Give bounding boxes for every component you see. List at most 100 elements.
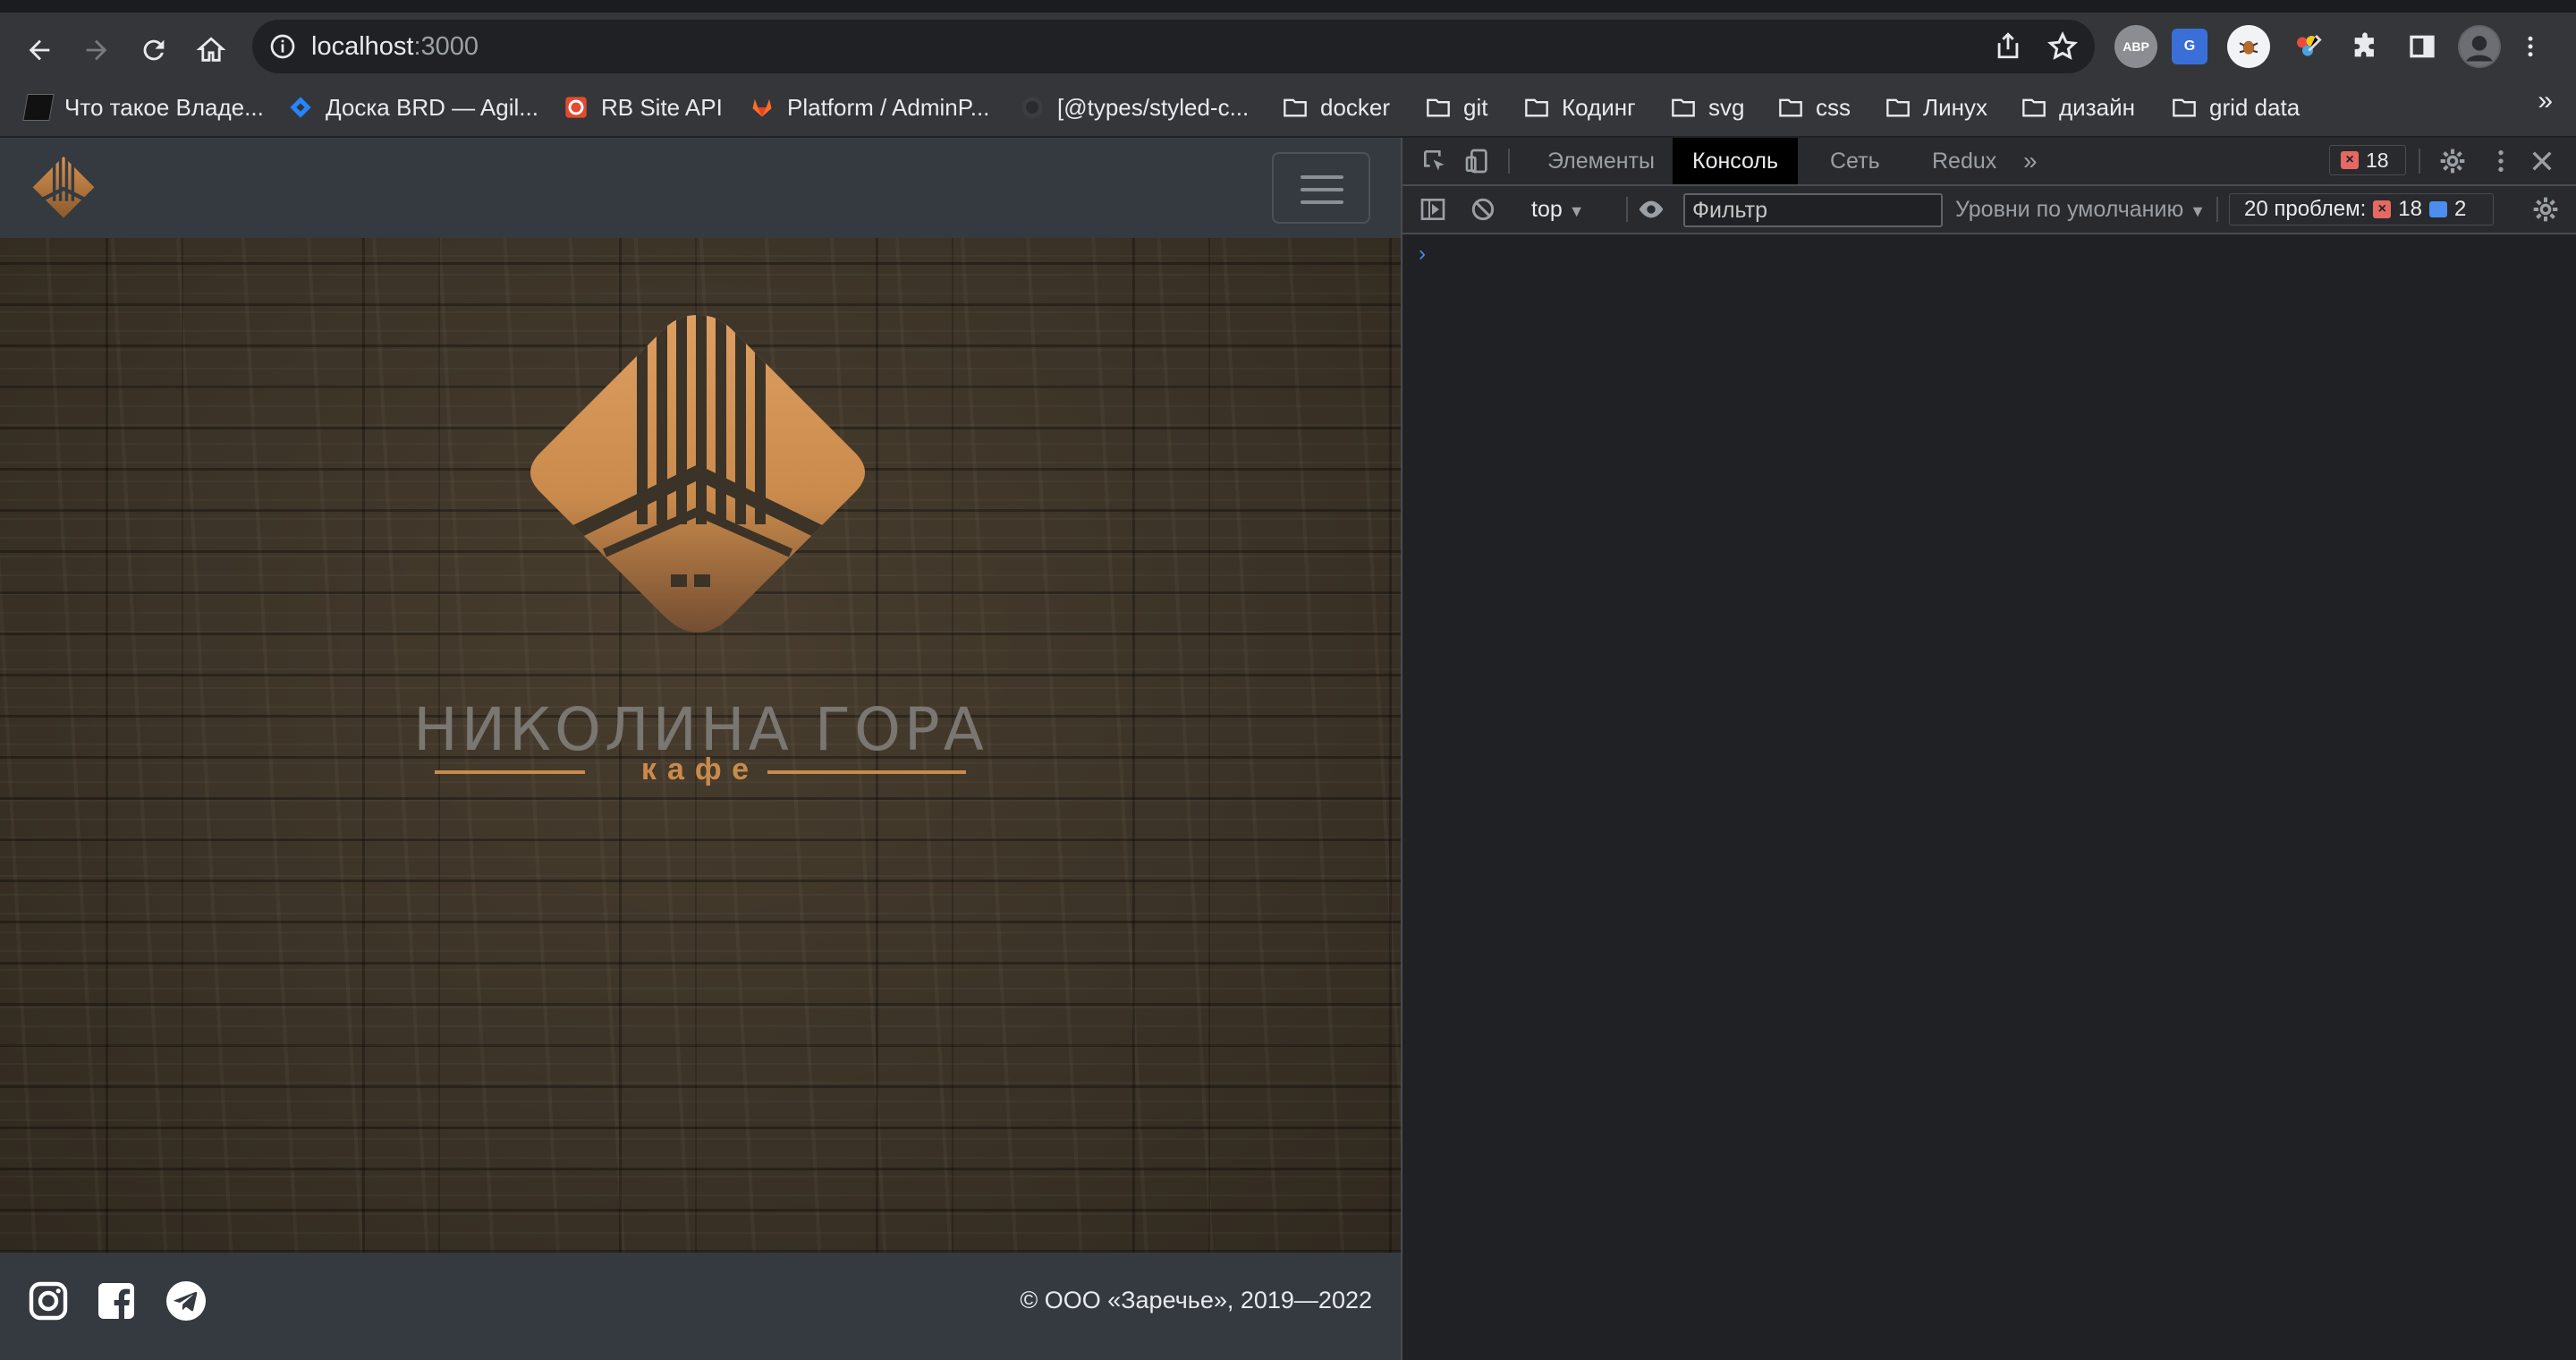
instagram-icon[interactable] xyxy=(27,1279,70,1322)
arrow-right-icon xyxy=(86,39,107,61)
tab-network[interactable]: Сеть xyxy=(1810,138,1900,184)
console-toolbar: top ▼ Уровни по умолчанию ▼ 20 проблем: … xyxy=(1402,186,2576,234)
tab-redux[interactable]: Redux xyxy=(1912,138,2016,184)
folder-icon xyxy=(1284,98,1307,117)
bookmark-item[interactable]: RB Site API xyxy=(564,89,723,125)
log-levels-select[interactable]: Уровни по умолчанию ▼ xyxy=(1955,193,2206,225)
brand-rule-right xyxy=(767,770,966,774)
folder-icon xyxy=(2173,98,2196,117)
issues-counter-button[interactable]: 20 проблем: × 18 2 xyxy=(2229,193,2494,225)
hamburger-line xyxy=(1301,188,1343,191)
bookmark-label: Что такое Владе... xyxy=(64,93,264,121)
bookmark-folder[interactable]: grid data xyxy=(2172,89,2300,125)
navbar xyxy=(0,138,1401,238)
reload-button[interactable] xyxy=(136,32,172,68)
levels-value: Уровни по умолчанию xyxy=(1955,197,2184,222)
home-button[interactable] xyxy=(193,32,229,68)
navbar-toggler-button[interactable] xyxy=(1272,152,1370,224)
facebook-icon[interactable] xyxy=(95,1279,138,1322)
context-select[interactable]: top ▼ xyxy=(1531,193,1585,225)
bookmark-folder[interactable]: svg xyxy=(1671,89,1744,125)
bookmarks-bar: Что такое Владе... Доска BRD — Agil... R… xyxy=(0,81,2576,138)
bookmark-item[interactable]: Доска BRD — Agil... xyxy=(288,89,538,125)
forward-button[interactable] xyxy=(79,32,114,68)
home-icon xyxy=(196,37,226,62)
clear-console-icon[interactable] xyxy=(1469,195,1497,224)
console-prompt[interactable]: › xyxy=(1419,242,1426,267)
issues-message-count: 2 xyxy=(2453,197,2467,221)
side-panel-icon xyxy=(2410,35,2435,58)
adblock-extension-icon[interactable]: ABP xyxy=(2114,25,2157,68)
hamburger-line xyxy=(1301,200,1343,204)
folder-icon xyxy=(1672,98,1695,117)
bookmark-folder[interactable]: Кодинг xyxy=(1524,89,1636,125)
device-toggle-icon[interactable] xyxy=(1463,147,1492,175)
tab-elements[interactable]: Элементы xyxy=(1528,138,1674,184)
context-value: top xyxy=(1531,197,1563,222)
copyright-text: © ООО «Заречье», 2019—2022 xyxy=(1020,1287,1372,1313)
inspect-element-icon[interactable] xyxy=(1420,147,1449,175)
footer: © ООО «Заречье», 2019—2022 xyxy=(0,1253,1401,1360)
toolbar-divider xyxy=(1508,149,1510,174)
bookmark-label: Кодинг xyxy=(1562,93,1636,121)
bookmarks-overflow-button[interactable]: » xyxy=(2538,86,2553,116)
color-brush-icon xyxy=(2297,34,2322,56)
bookmark-star-icon[interactable] xyxy=(2046,30,2079,63)
telegram-icon[interactable] xyxy=(165,1279,208,1322)
eye-icon[interactable] xyxy=(1637,195,1665,224)
more-tabs-button[interactable]: » xyxy=(2004,138,2057,184)
profile-avatar[interactable] xyxy=(2458,25,2501,68)
dropdown-arrow-icon: ▼ xyxy=(2190,202,2206,220)
colorpicker-extension-icon[interactable] xyxy=(2286,25,2329,68)
bug-icon xyxy=(2239,40,2258,55)
close-icon[interactable] xyxy=(2528,147,2556,175)
bookmark-folder[interactable]: git xyxy=(1426,89,1487,125)
error-count-badge[interactable]: × 18 xyxy=(2329,145,2406,175)
kebab-menu-icon[interactable] xyxy=(2487,147,2515,175)
translate-extension-icon[interactable]: G xyxy=(2172,29,2207,64)
sidebar-toggle-icon[interactable] xyxy=(1419,195,1447,224)
bookmark-item[interactable]: Platform / AdminP... xyxy=(750,89,989,125)
address-bar[interactable]: localhost:3000 xyxy=(252,20,2095,73)
bookmark-folder[interactable]: Линух xyxy=(1885,89,1987,125)
browser-toolbar: localhost:3000 ABP G xyxy=(0,13,2576,81)
console-filter-input[interactable] xyxy=(1683,193,1943,227)
kebab-menu-icon xyxy=(2528,36,2533,57)
console-settings-gear-icon[interactable] xyxy=(2531,195,2560,224)
jira-icon xyxy=(290,97,311,118)
tab-strip xyxy=(0,0,2576,13)
settings-gear-icon[interactable] xyxy=(2438,147,2467,175)
bug-extension-icon[interactable] xyxy=(2227,25,2270,68)
bookmark-label: RB Site API xyxy=(601,93,723,121)
extensions-button[interactable] xyxy=(2343,25,2386,68)
folder-icon xyxy=(1779,98,1802,117)
info-icon[interactable] xyxy=(268,32,297,61)
reload-icon xyxy=(143,39,165,61)
bookmark-folder[interactable]: дизайн xyxy=(2021,89,2135,125)
folder-icon xyxy=(2022,98,2046,117)
error-icon: × xyxy=(2341,151,2359,169)
toolbar-divider xyxy=(2216,197,2218,222)
bookmark-item[interactable]: [@types/styled-c... xyxy=(1020,89,1249,125)
folder-icon xyxy=(1427,98,1450,117)
browser-menu-button[interactable] xyxy=(2517,25,2544,68)
bookmark-label: дизайн xyxy=(2059,93,2135,121)
devtools-panel: Элементы Консоль Сеть Redux » × 18 top ▼… xyxy=(1401,138,2576,1360)
share-icon[interactable] xyxy=(1993,30,2023,61)
brand-logo-icon[interactable] xyxy=(25,150,102,227)
tab-console[interactable]: Консоль xyxy=(1673,138,1799,184)
back-button[interactable] xyxy=(21,32,57,68)
folder-icon xyxy=(1886,98,1910,117)
bookmark-folder[interactable]: css xyxy=(1778,89,1851,125)
bookmark-item[interactable]: Что такое Владе... xyxy=(22,89,264,125)
bookmark-label: grid data xyxy=(2209,93,2301,121)
bookmark-folder[interactable]: docker xyxy=(1283,89,1390,125)
toolbar-divider xyxy=(1626,197,1628,222)
red-api-icon xyxy=(565,97,587,118)
url-text[interactable]: localhost:3000 xyxy=(311,32,479,61)
side-panel-button[interactable] xyxy=(2401,25,2444,68)
dark-page-icon xyxy=(22,94,55,121)
folder-icon xyxy=(1525,98,1548,117)
dropdown-arrow-icon: ▼ xyxy=(1568,202,1585,220)
hero-section: НИКОЛИНА ГОРА кафе xyxy=(0,238,1401,1253)
